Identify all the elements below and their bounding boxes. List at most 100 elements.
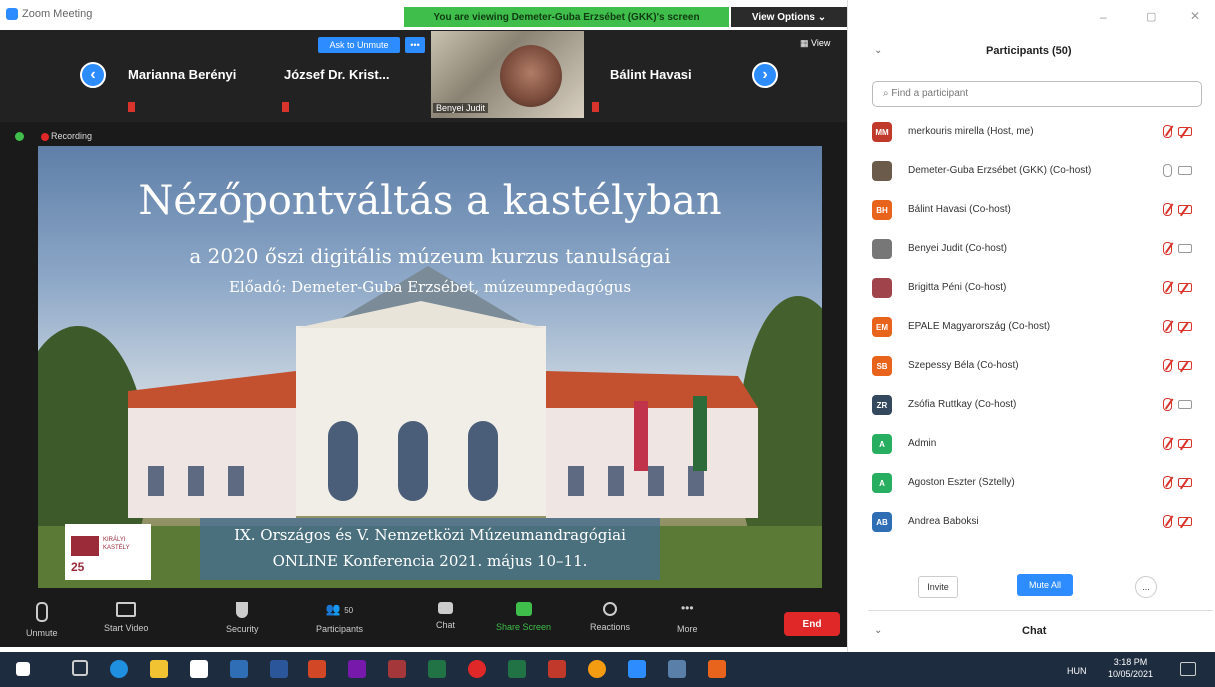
slide-presenter: Előadó: Demeter-Guba Erzsébet, múzeumped… xyxy=(228,278,632,296)
conference-line-2: ONLINE Konferencia 2021. május 10–11. xyxy=(272,552,588,570)
onenote-icon[interactable] xyxy=(348,660,366,678)
tile-more-icon[interactable]: ••• xyxy=(405,37,425,53)
slash-icon xyxy=(1164,515,1174,527)
participant-row[interactable]: Benyei Judit (Co-host) xyxy=(872,237,1202,261)
camera-off-icon[interactable] xyxy=(1178,205,1192,217)
camera-off-icon[interactable] xyxy=(1178,361,1192,373)
camera-icon[interactable] xyxy=(1178,400,1192,409)
chevron-down-icon[interactable]: ⌄ xyxy=(874,625,882,636)
zoom-taskbar-icon[interactable] xyxy=(628,660,646,678)
panel-more-button[interactable]: ... xyxy=(1135,576,1157,598)
file-explorer-icon[interactable] xyxy=(150,660,168,678)
participant-name: Agoston Eszter (Sztelly) xyxy=(908,477,1015,488)
participant-row[interactable]: Brigitta Péni (Co-host) xyxy=(872,276,1202,300)
smiley-icon xyxy=(603,602,618,616)
participant-row[interactable]: ZR Zsófia Ruttkay (Co-host) xyxy=(872,393,1202,417)
end-meeting-button[interactable]: End xyxy=(784,612,840,636)
mic-muted-icon[interactable] xyxy=(1163,437,1174,450)
slash-icon xyxy=(1179,361,1189,373)
participant-row[interactable]: EM EPALE Magyarország (Co-host) xyxy=(872,315,1202,339)
strip-prev-icon[interactable]: ‹ xyxy=(80,62,106,88)
start-icon[interactable] xyxy=(16,662,30,676)
security-button[interactable]: Security xyxy=(226,602,259,634)
zoom-logo-icon xyxy=(6,8,18,20)
start-video-button[interactable]: Start Video xyxy=(104,602,148,633)
strip-next-icon[interactable]: › xyxy=(752,62,778,88)
share-screen-button[interactable]: Share Screen xyxy=(496,602,551,632)
video-tile-name: Benyei Judit xyxy=(433,103,489,113)
photos-icon[interactable] xyxy=(668,660,686,678)
camera-off-icon[interactable] xyxy=(1178,322,1192,334)
slash-icon xyxy=(1164,476,1174,488)
powerpoint-icon[interactable] xyxy=(308,660,326,678)
chevron-down-icon[interactable]: ⌄ xyxy=(874,45,882,56)
divider xyxy=(868,610,1213,611)
avatar: MM xyxy=(872,122,892,142)
share-screen-label: Share Screen xyxy=(496,622,552,632)
participant-row[interactable]: A Admin xyxy=(872,432,1202,456)
participant-row[interactable]: SB Szepessy Béla (Co-host) xyxy=(872,354,1202,378)
mail-icon[interactable] xyxy=(230,660,248,678)
participant-row[interactable]: AB Andrea Baboksi xyxy=(872,510,1202,534)
participants-button[interactable]: 👥 50 Participants xyxy=(316,602,363,634)
mic-icon[interactable] xyxy=(1163,164,1172,177)
clock[interactable]: 3:18 PM 10/05/2021 xyxy=(1108,656,1153,680)
chat-button[interactable]: Chat xyxy=(436,602,455,630)
close-icon[interactable]: ✕ xyxy=(1190,9,1200,23)
participant-row[interactable]: Demeter-Guba Erzsébet (GKK) (Co-host) xyxy=(872,159,1202,183)
mic-muted-icon[interactable] xyxy=(1163,281,1174,294)
mic-muted-icon[interactable] xyxy=(1163,476,1174,489)
language-indicator[interactable]: HUN xyxy=(1067,666,1087,676)
slash-icon xyxy=(1179,517,1189,529)
mic-muted-icon[interactable] xyxy=(1163,242,1174,255)
camera-off-icon[interactable] xyxy=(1178,127,1192,139)
camera-off-icon[interactable] xyxy=(1178,478,1192,490)
project-icon[interactable] xyxy=(428,660,446,678)
chrome-icon[interactable] xyxy=(588,660,606,678)
edge-icon[interactable] xyxy=(110,660,128,678)
mic-muted-icon[interactable] xyxy=(1163,203,1174,216)
restore-icon[interactable]: ▢ xyxy=(1146,10,1156,23)
camera-off-icon[interactable] xyxy=(1178,517,1192,529)
view-button[interactable]: ▦ View xyxy=(800,38,830,49)
participant-row[interactable]: BH Bálint Havasi (Co-host) xyxy=(872,198,1202,222)
mute-all-button[interactable]: Mute All xyxy=(1017,574,1073,596)
store-icon[interactable] xyxy=(190,660,208,678)
mic-muted-icon[interactable] xyxy=(1163,125,1174,138)
notifications-icon[interactable] xyxy=(1180,662,1196,676)
mic-muted-icon[interactable] xyxy=(1163,515,1174,528)
slash-icon xyxy=(1164,203,1174,215)
participant-name: Szepessy Béla (Co-host) xyxy=(908,360,1019,371)
app-icon[interactable] xyxy=(548,660,566,678)
view-options-button[interactable]: View Options ⌄ xyxy=(731,7,847,27)
mic-muted-icon[interactable] xyxy=(1163,398,1174,411)
reactions-button[interactable]: Reactions xyxy=(590,602,630,632)
panel-title: Participants (50) xyxy=(986,45,1072,57)
participant-search-input[interactable]: ⌕ Find a participant xyxy=(872,81,1202,107)
participant-row[interactable]: MM merkouris mirella (Host, me) xyxy=(872,120,1202,144)
opera-icon[interactable] xyxy=(468,660,486,678)
participant-row[interactable]: A Agoston Eszter (Sztelly) xyxy=(872,471,1202,495)
participant-name: Andrea Baboksi xyxy=(908,516,979,527)
ask-to-unmute-button[interactable]: Ask to Unmute xyxy=(318,37,400,53)
recording-indicator: Recording xyxy=(15,131,92,142)
excel-icon[interactable] xyxy=(508,660,526,678)
avatar xyxy=(872,239,892,259)
camera-icon[interactable] xyxy=(1178,244,1192,253)
camera-off-icon[interactable] xyxy=(1178,283,1192,295)
more-button[interactable]: ••• More xyxy=(677,602,698,634)
camera-off-icon[interactable] xyxy=(1178,439,1192,451)
mic-muted-icon[interactable] xyxy=(1163,320,1174,333)
access-icon[interactable] xyxy=(388,660,406,678)
word-icon[interactable] xyxy=(270,660,288,678)
task-view-icon[interactable] xyxy=(72,660,88,676)
slash-icon xyxy=(1179,439,1189,451)
invite-button[interactable]: Invite xyxy=(918,576,958,598)
unmute-button[interactable]: Unmute xyxy=(26,602,58,638)
app-icon[interactable] xyxy=(708,660,726,678)
camera-icon[interactable] xyxy=(1178,166,1192,175)
avatar: AB xyxy=(872,512,892,532)
minimize-icon[interactable]: – xyxy=(1100,10,1107,24)
screen-share-banner: You are viewing Demeter-Guba Erzsébet (G… xyxy=(404,7,729,27)
mic-muted-icon[interactable] xyxy=(1163,359,1174,372)
